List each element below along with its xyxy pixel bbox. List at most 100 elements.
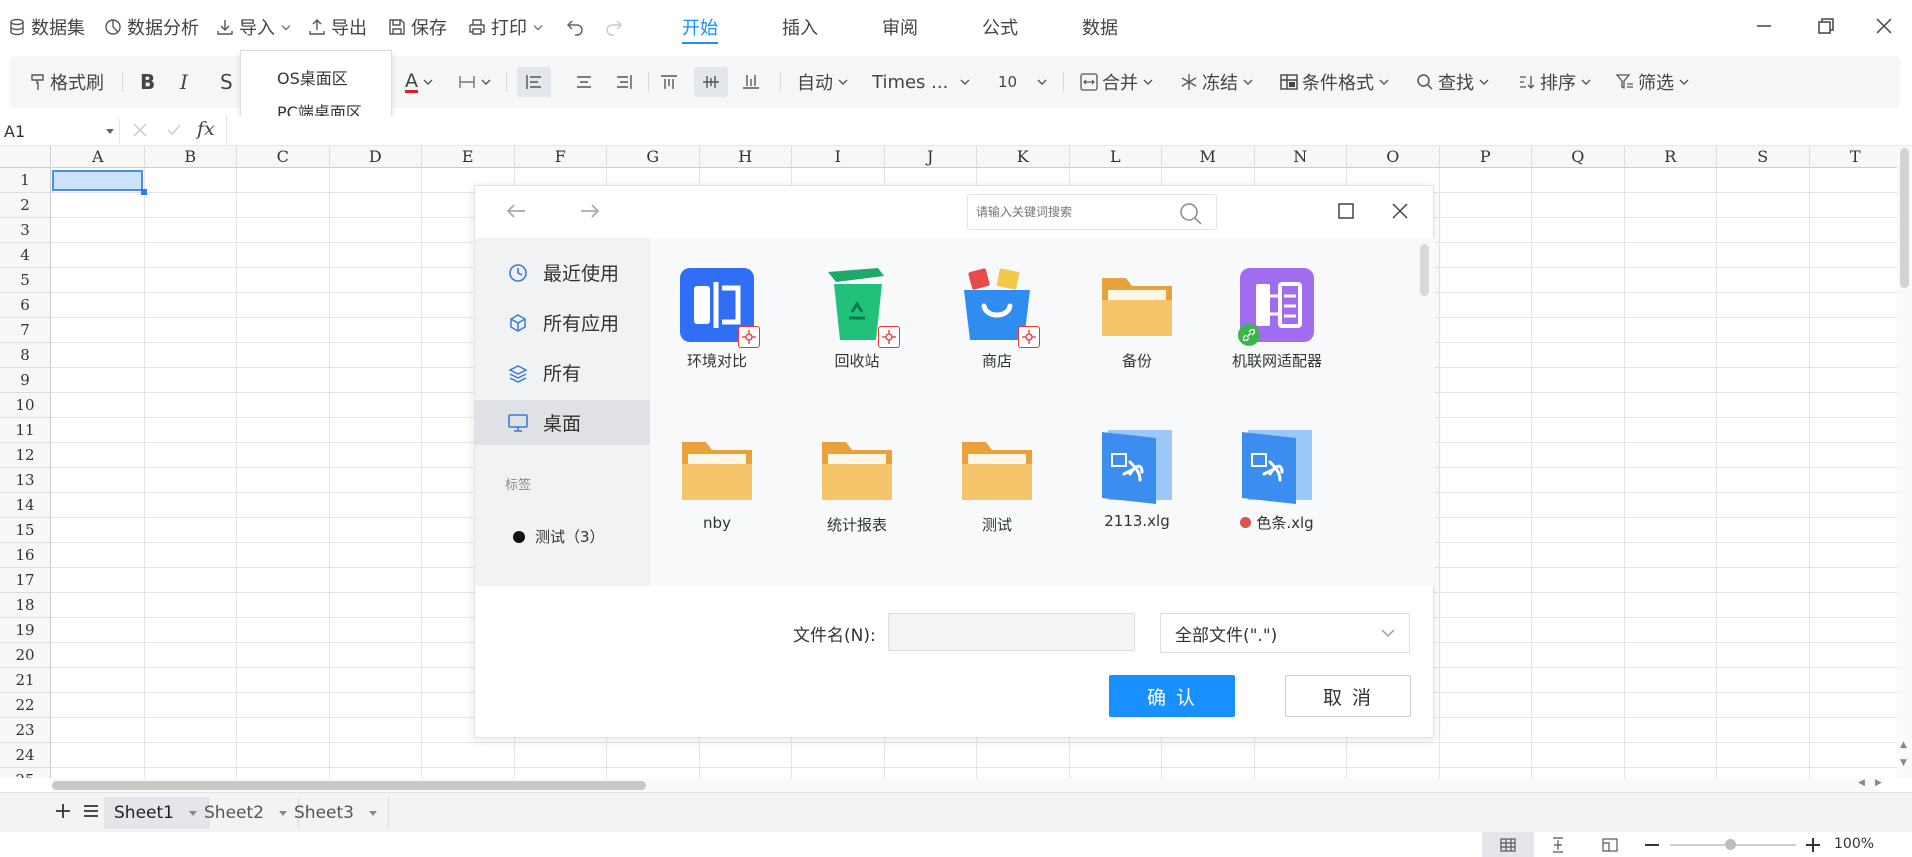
forward-button[interactable] <box>579 202 601 220</box>
filename-input[interactable] <box>888 613 1135 651</box>
minimize-button[interactable] <box>1756 18 1772 34</box>
row-header[interactable]: 4 <box>0 243 51 268</box>
column-header[interactable]: B <box>144 146 237 168</box>
cancel-edit-button[interactable] <box>132 122 148 138</box>
column-header[interactable]: D <box>329 146 422 168</box>
tab-review[interactable]: 审阅 <box>882 14 918 44</box>
column-header[interactable]: L <box>1069 146 1162 168</box>
file-item-store[interactable]: 商店 <box>932 266 1062 371</box>
row-header[interactable]: 5 <box>0 268 51 293</box>
import-menu[interactable]: 导入 <box>216 14 292 40</box>
row-header[interactable]: 3 <box>0 218 51 243</box>
menu-item-os-desktop[interactable]: OS桌面区 <box>277 65 348 89</box>
merge-button[interactable]: 合并 <box>1080 67 1154 97</box>
row-header[interactable]: 22 <box>0 693 51 718</box>
row-header[interactable]: 23 <box>0 718 51 743</box>
row-header[interactable]: 17 <box>0 568 51 593</box>
freeze-button[interactable]: 冻结 <box>1180 67 1254 97</box>
file-item-stat-report[interactable]: 统计报表 <box>792 430 922 535</box>
maximize-dialog-button[interactable] <box>1337 202 1355 220</box>
align-left-button[interactable] <box>517 67 551 97</box>
scroll-up-arrow-icon[interactable]: ▲ <box>1900 740 1907 750</box>
save-menu[interactable]: 保存 <box>388 14 447 40</box>
sidebar-item-all[interactable]: 所有 <box>475 350 650 395</box>
horizontal-scroll-thumb[interactable] <box>52 781 646 790</box>
column-header[interactable]: G <box>607 146 700 168</box>
analysis-menu[interactable]: 数据分析 <box>104 14 199 40</box>
vertical-scroll-thumb[interactable] <box>1900 148 1909 288</box>
row-header[interactable]: 6 <box>0 293 51 318</box>
search-box[interactable] <box>967 194 1217 230</box>
page-break-view-button[interactable] <box>1550 837 1566 853</box>
confirm-button[interactable]: 确 认 <box>1109 675 1235 717</box>
row-header[interactable]: 12 <box>0 443 51 468</box>
column-header[interactable]: H <box>699 146 792 168</box>
column-header[interactable]: A <box>52 146 145 168</box>
fill-handle[interactable] <box>141 189 147 195</box>
redo-button[interactable] <box>604 16 624 36</box>
align-top-button[interactable] <box>660 67 678 97</box>
column-header[interactable]: O <box>1347 146 1440 168</box>
align-bottom-button[interactable] <box>742 67 760 97</box>
border-button[interactable] <box>458 67 492 97</box>
cell-reference-box[interactable]: A1 <box>0 119 120 143</box>
row-header[interactable]: 11 <box>0 418 51 443</box>
add-sheet-button[interactable] <box>54 799 72 820</box>
file-item-2113[interactable]: 2113.xlg <box>1072 428 1202 530</box>
font-size-select[interactable]: 10 <box>998 67 1049 97</box>
zoom-in-button[interactable] <box>1804 836 1822 854</box>
column-header[interactable]: C <box>237 146 330 168</box>
row-header[interactable]: 20 <box>0 643 51 668</box>
column-header[interactable]: M <box>1162 146 1255 168</box>
zoom-out-button[interactable] <box>1643 836 1661 854</box>
column-header[interactable]: J <box>884 146 977 168</box>
column-header[interactable]: I <box>792 146 885 168</box>
page-layout-view-button[interactable] <box>1602 837 1618 853</box>
sheet-tab-3[interactable]: Sheet3 <box>284 797 389 829</box>
wrap-auto-select[interactable]: 自动 <box>797 67 849 97</box>
sidebar-item-desktop[interactable]: 桌面 <box>475 400 650 445</box>
file-item-color-bar[interactable]: 色条.xlg <box>1212 428 1342 533</box>
selected-cell-a1[interactable] <box>52 170 143 191</box>
scroll-left-arrow-icon[interactable]: ◀ <box>1858 778 1865 788</box>
dataset-menu[interactable]: 数据集 <box>8 14 85 40</box>
sidebar-item-all-apps[interactable]: 所有应用 <box>475 300 650 345</box>
row-header[interactable]: 21 <box>0 668 51 693</box>
row-header[interactable]: 18 <box>0 593 51 618</box>
export-menu[interactable]: 导出 <box>308 14 367 40</box>
undo-button[interactable] <box>565 16 585 36</box>
column-header[interactable]: F <box>514 146 607 168</box>
file-area-scroll-thumb[interactable] <box>1420 244 1429 296</box>
close-dialog-button[interactable] <box>1391 202 1409 220</box>
row-header[interactable]: 10 <box>0 393 51 418</box>
tab-start[interactable]: 开始 <box>682 14 718 44</box>
row-header[interactable]: 16 <box>0 543 51 568</box>
tab-data[interactable]: 数据 <box>1082 14 1118 44</box>
tab-formula[interactable]: 公式 <box>982 14 1018 44</box>
row-header[interactable]: 9 <box>0 368 51 393</box>
column-header[interactable]: P <box>1439 146 1532 168</box>
format-painter-button[interactable]: 格式刷 <box>30 67 104 97</box>
font-color-button[interactable]: A <box>405 67 434 97</box>
close-window-button[interactable] <box>1876 18 1892 34</box>
file-item-adapter[interactable]: 机联网适配器 <box>1212 266 1342 371</box>
confirm-edit-button[interactable] <box>166 122 182 138</box>
column-header[interactable]: Q <box>1532 146 1625 168</box>
file-item-env-compare[interactable]: 环境对比 <box>652 266 782 371</box>
column-header[interactable]: K <box>977 146 1070 168</box>
restore-button[interactable] <box>1818 18 1834 34</box>
search-icon[interactable] <box>1179 202 1203 226</box>
tab-insert[interactable]: 插入 <box>782 14 818 44</box>
scroll-down-arrow-icon[interactable]: ▼ <box>1900 758 1907 768</box>
align-middle-button[interactable] <box>694 67 728 97</box>
align-right-button[interactable] <box>615 67 633 97</box>
cancel-button[interactable]: 取 消 <box>1285 675 1411 717</box>
zoom-slider-thumb[interactable] <box>1725 839 1736 850</box>
file-item-backup[interactable]: 备份 <box>1072 266 1202 371</box>
font-family-select[interactable]: Times ... <box>872 67 972 97</box>
align-center-button[interactable] <box>575 67 593 97</box>
horizontal-scrollbar[interactable]: ◀ ▶ <box>52 778 1882 792</box>
scroll-right-arrow-icon[interactable]: ▶ <box>1875 778 1882 788</box>
sidebar-item-recent[interactable]: 最近使用 <box>475 250 650 295</box>
bold-button[interactable]: B <box>140 67 155 97</box>
